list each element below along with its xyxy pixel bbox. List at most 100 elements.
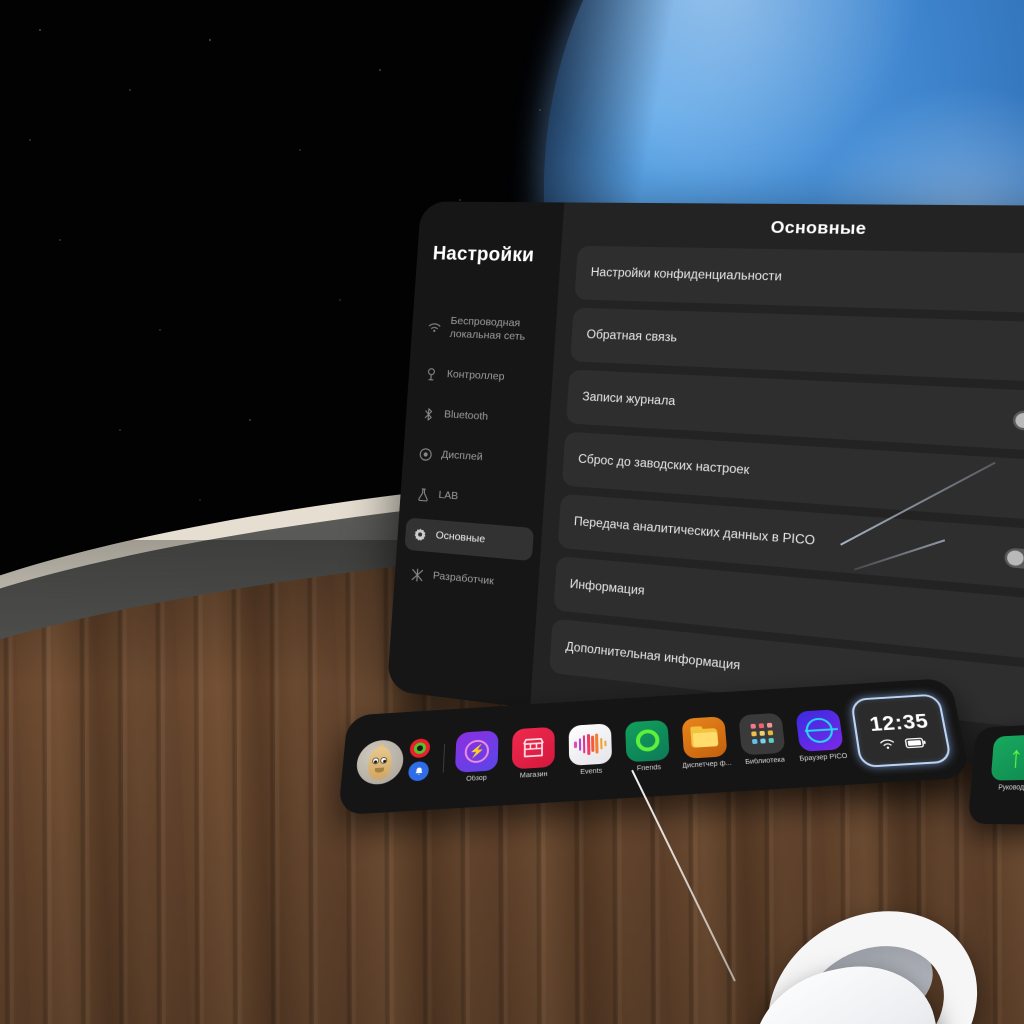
settings-rows-list: Настройки конфиденциальности › Обратная … [549, 245, 1024, 732]
toggle-knob [1015, 412, 1024, 428]
gear-icon [413, 527, 428, 542]
explore-circle: ⚡ [464, 738, 490, 764]
hand-guide-up-arrow-icon[interactable]: ↑ [990, 734, 1024, 781]
content-title: Основные [770, 218, 867, 239]
record-rings-icon[interactable] [409, 738, 431, 759]
sidebar-item-general[interactable]: Основные [404, 517, 535, 561]
wave-bar [574, 741, 578, 749]
wave-bar [591, 735, 595, 752]
avatar[interactable] [354, 738, 405, 786]
flask-icon [416, 487, 431, 502]
storefront-glyph [522, 736, 546, 758]
dock-app-explore[interactable]: ⚡ Обзор [451, 729, 502, 784]
side-panel-body: ↑ Руковод... [967, 723, 1024, 825]
bluetooth-icon [421, 407, 436, 422]
pico-browser-icon [795, 708, 845, 752]
dock-app-label: Friends [636, 763, 662, 773]
developer-icon [410, 567, 425, 582]
dock-avatar-group [354, 737, 431, 786]
clock-time: 12:35 [868, 709, 931, 736]
wave-bar [586, 733, 591, 755]
dock-divider-left [442, 743, 446, 773]
sidebar-item-controller[interactable]: Контроллер [416, 358, 546, 397]
record-ring-center [416, 745, 424, 752]
friends-icon [625, 719, 671, 762]
avatar-head [367, 746, 393, 781]
pico-logo-glyph [804, 716, 835, 744]
grid-dot [751, 731, 757, 737]
sidebar-item-label: Дисплей [440, 448, 484, 464]
toggle-knob [1006, 549, 1024, 566]
library-icon [738, 712, 787, 755]
sidebar-item-label: LAB [438, 488, 459, 503]
wave-bar [595, 733, 599, 754]
dock-app-label: Диспетчер ф... [681, 759, 732, 770]
soundwave-glyph [574, 732, 607, 755]
wifi-icon [878, 738, 897, 749]
grid-dot [751, 738, 758, 745]
sidebar-item-label: Беспроводная локальная сеть [449, 314, 526, 344]
grid-dot [758, 723, 765, 729]
dock-app-file-manager[interactable]: Диспетчер ф... [678, 715, 732, 770]
notification-bell-icon[interactable] [407, 760, 430, 782]
dock-app-label: Обзор [465, 774, 487, 783]
grid-dot [766, 722, 773, 728]
vr-controller[interactable] [735, 886, 1024, 1024]
side-panel: ↑ Руковод... [967, 723, 1024, 825]
wave-bar [582, 735, 586, 754]
sidebar-item-label: Основные [435, 529, 486, 546]
lightning-bolt-icon: ⚡ [468, 743, 486, 759]
settings-row-label: Записи журнала [581, 390, 676, 409]
sidebar-item-label: Bluetooth [443, 408, 489, 424]
sidebar-item-display[interactable]: Дисплей [410, 437, 540, 478]
dock-app-library[interactable]: Библиотека [735, 712, 791, 766]
sidebar-item-developer[interactable]: Разработчик [402, 557, 532, 602]
grid-dot [750, 723, 756, 729]
sidebar-item-bluetooth[interactable]: Bluetooth [413, 397, 543, 437]
settings-row-privacy[interactable]: Настройки конфиденциальности › [574, 245, 1024, 314]
dock-app-label: Браузер PICO [799, 752, 848, 763]
wifi-icon [427, 322, 441, 333]
folder-glyph [690, 725, 719, 748]
wave-bar [578, 738, 582, 751]
sidebar-item-label: Контроллер [446, 368, 505, 384]
side-panel-label: Руковод... [997, 784, 1024, 792]
record-ring-green [413, 742, 427, 755]
settings-row-label: Сброс до заводских настроек [577, 453, 750, 478]
dock-app-label: Events [580, 767, 603, 776]
dock-app-store[interactable]: Магазин [509, 726, 559, 780]
dock-app-label: Библиотека [744, 756, 786, 766]
grid-dot [760, 738, 766, 744]
page-title: Настройки [432, 243, 535, 267]
sidebar-nav: Беспроводная локальная сеть Контроллер B… [394, 305, 557, 604]
settings-row-label: Настройки конфиденциальности [590, 266, 783, 284]
grid-dot [767, 730, 774, 736]
wave-bar [599, 737, 603, 750]
folder-front [693, 731, 719, 748]
up-arrow-glyph: ↑ [1007, 740, 1024, 775]
display-icon [418, 447, 433, 462]
sidebar-item-wireless[interactable]: Беспроводная локальная сеть [418, 305, 548, 355]
events-icon [569, 722, 613, 766]
store-icon [512, 726, 556, 769]
dock-apps: ⚡ Обзор Магазин Events Friends Диспетчер… [451, 708, 849, 783]
wave-bar [604, 740, 607, 746]
dock-app-browser[interactable]: Браузер PICO [792, 708, 849, 762]
logs-toggle[interactable] [1012, 409, 1024, 432]
battery-icon [904, 736, 927, 749]
status-clock-widget[interactable]: 12:35 [849, 693, 953, 769]
controller-icon [424, 367, 439, 382]
analytics-toggle[interactable] [1004, 546, 1024, 570]
grid-dot [768, 737, 775, 744]
clock-status-icons [878, 736, 927, 750]
sidebar-item-label: Разработчик [432, 569, 495, 588]
dock-app-label: Магазин [519, 770, 548, 780]
explore-icon: ⚡ [455, 729, 499, 773]
settings-row-label: Обратная связь [586, 328, 678, 345]
app-grid-glyph [750, 722, 775, 745]
grid-dot [759, 730, 765, 736]
file-manager-icon [681, 715, 729, 759]
dock-app-friends[interactable]: Friends [622, 719, 675, 773]
sidebar-item-lab[interactable]: LAB [407, 477, 537, 519]
dock-app-events[interactable]: Events [566, 722, 617, 777]
